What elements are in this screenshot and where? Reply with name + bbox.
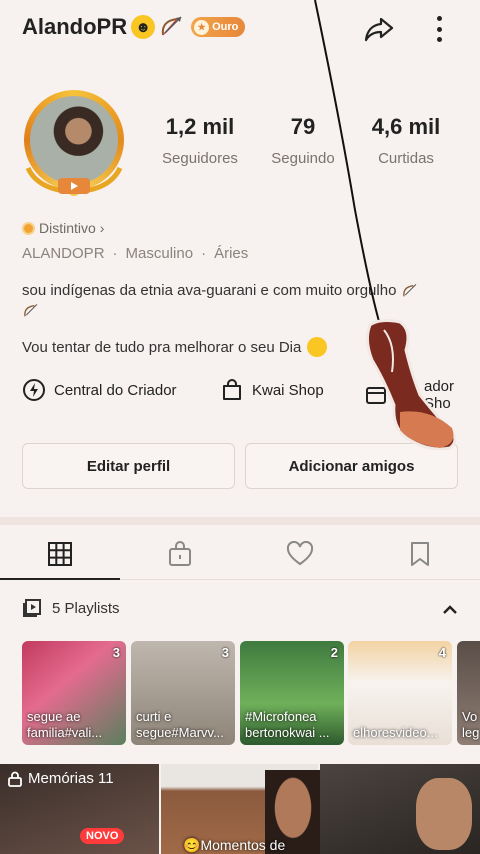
- profile-username-row: AlandoPR ☻ ★ Ouro: [22, 14, 246, 40]
- edit-profile-button[interactable]: Editar perfil: [22, 443, 235, 489]
- lock-icon: [8, 771, 22, 787]
- bow-and-arrow-icon: [402, 284, 416, 297]
- chevron-up-icon[interactable]: [440, 600, 460, 620]
- followers-count: 1,2 mil: [165, 114, 235, 139]
- avatar[interactable]: [18, 86, 130, 204]
- bow-and-arrow-icon: [161, 16, 182, 36]
- playlist-item-count: 4: [438, 645, 446, 660]
- playlist-card[interactable]: Vo leg: [457, 641, 480, 745]
- stat-following[interactable]: 79 Seguindo: [248, 114, 358, 167]
- following-label: Seguindo: [271, 150, 335, 167]
- playlist-title: #Microfonea bertonokwai ...: [245, 709, 330, 740]
- stat-followers[interactable]: 1,2 mil Seguidores: [145, 114, 255, 167]
- heart-icon: [286, 540, 314, 565]
- distintivo-icon: [22, 221, 35, 235]
- share-icon[interactable]: [362, 12, 396, 46]
- bio-line-2: Vou tentar de tudo pra melhorar o seu Di…: [22, 337, 328, 357]
- new-badge: NOVO: [80, 828, 125, 844]
- store-icon: [366, 387, 386, 404]
- bow-and-arrow-icon: [24, 304, 38, 317]
- playlist-title: curti e segue#Marvv...: [136, 709, 224, 740]
- memories-header: Memórias 11: [8, 770, 114, 787]
- smiling-face-icon: ☻: [131, 15, 156, 39]
- tab-private[interactable]: [120, 528, 240, 579]
- level-badge[interactable]: ★ Ouro: [191, 17, 246, 37]
- creator-center-label: Central do Criador: [54, 381, 177, 399]
- kwai-shop-link[interactable]: Kwai Shop: [220, 378, 324, 402]
- grid-icon: [48, 541, 72, 566]
- profile-sign: Áries: [214, 245, 249, 262]
- bio-text-1: sou indígenas da etnia ava-guarani e com…: [22, 282, 397, 299]
- lightning-icon: [23, 379, 45, 401]
- creator-center-link[interactable]: Central do Criador: [22, 378, 177, 402]
- memories-label: Memórias 11: [28, 770, 114, 787]
- bookmark-icon: [411, 541, 429, 566]
- likes-count: 4,6 mil: [371, 114, 441, 139]
- following-count: 79: [290, 114, 316, 139]
- profile-gender: Masculino: [125, 245, 194, 262]
- kwai-shop-label: Kwai Shop: [252, 381, 324, 399]
- medal-icon: ★: [194, 19, 210, 35]
- playlist-item-count: 3: [221, 645, 229, 660]
- playlist-title: Vo leg: [462, 709, 480, 740]
- video-caption: 😊Momentos de: [183, 837, 286, 853]
- playlist-title: segue ae familia#vali...: [27, 709, 103, 740]
- bio-line-1: sou indígenas da etnia ava-guarani e com…: [22, 281, 462, 321]
- creator-shop-label: ador Sho: [424, 378, 455, 412]
- playlist-item-count: 2: [330, 645, 338, 660]
- person-thumbnail: [416, 778, 472, 850]
- playlist-icon: [23, 599, 41, 617]
- tab-saved[interactable]: [360, 528, 480, 579]
- video-thumbnail[interactable]: [320, 764, 480, 854]
- distintivo-label: Distintivo: [39, 220, 96, 236]
- profile-handle: ALANDOPR: [22, 245, 105, 262]
- distintivo-link[interactable]: Distintivo ›: [22, 220, 104, 236]
- memories-card[interactable]: Memórias 11 NOVO: [0, 764, 159, 854]
- likes-label: Curtidas: [378, 150, 434, 167]
- tab-liked[interactable]: [240, 528, 360, 579]
- followers-label: Seguidores: [162, 150, 238, 167]
- shopping-bag-icon: [223, 379, 241, 400]
- creator-shop-link[interactable]: ador Sho: [364, 378, 480, 412]
- playlist-title: elhoresvideo...: [353, 725, 438, 740]
- more-options-icon[interactable]: [430, 12, 448, 46]
- separator-dot: ·: [112, 245, 118, 262]
- playlists-count-label: 5 Playlists: [52, 599, 120, 617]
- hugging-face-icon: [307, 337, 328, 357]
- lock-bag-icon: [169, 540, 191, 566]
- playlist-card[interactable]: 3 curti e segue#Marvv...: [131, 641, 235, 745]
- playlist-card[interactable]: 2 #Microfonea bertonokwai ...: [240, 641, 344, 745]
- stat-likes[interactable]: 4,6 mil Curtidas: [351, 114, 461, 167]
- separator-dot: ·: [201, 245, 207, 262]
- playlist-card[interactable]: 4 elhoresvideo...: [348, 641, 452, 745]
- username: AlandoPR: [22, 14, 128, 39]
- section-divider: [0, 517, 480, 525]
- playlists-header[interactable]: 5 Playlists: [22, 598, 120, 618]
- bio-text-2: Vou tentar de tudo pra melhorar o seu Di…: [22, 338, 302, 356]
- live-video-icon: [58, 178, 90, 194]
- tab-grid[interactable]: [0, 528, 120, 580]
- video-thumbnail[interactable]: 😊Momentos de: [161, 764, 321, 854]
- chevron-right-icon: ›: [99, 220, 105, 236]
- playlist-card[interactable]: 3 segue ae familia#vali...: [22, 641, 126, 745]
- level-badge-label: Ouro: [212, 21, 239, 33]
- content-tabs: [0, 528, 480, 580]
- add-friends-button[interactable]: Adicionar amigos: [245, 443, 458, 489]
- profile-meta: ALANDOPR · Masculino · Áries: [22, 245, 248, 262]
- playlist-item-count: 3: [112, 645, 120, 660]
